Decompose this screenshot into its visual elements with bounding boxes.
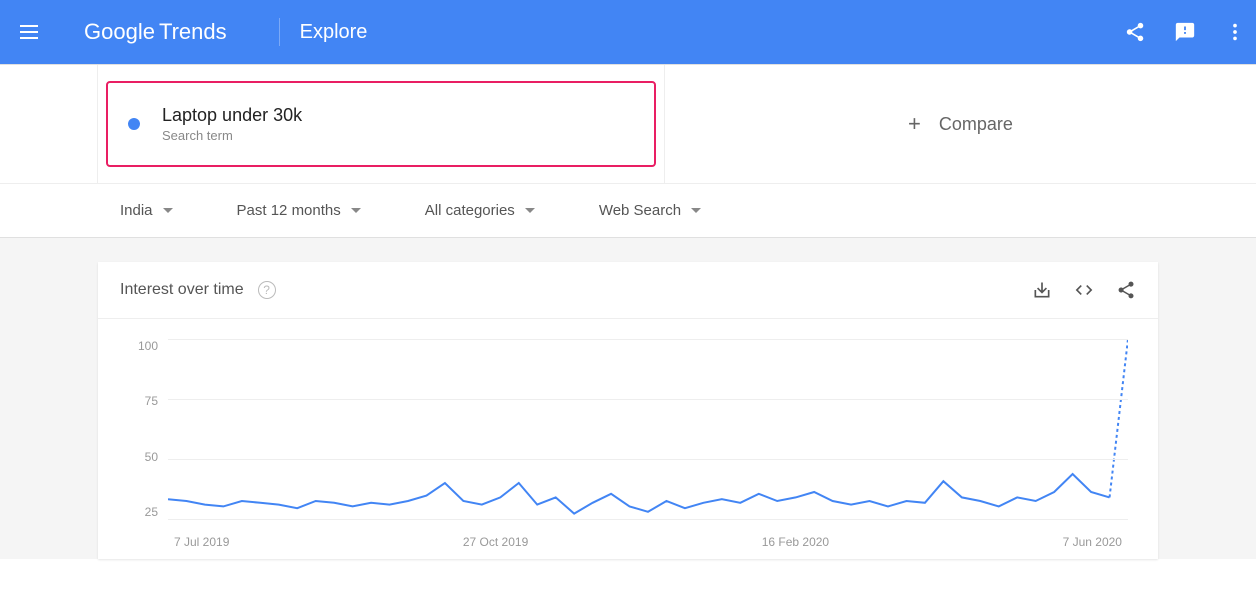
compare-card[interactable]: + Compare bbox=[665, 65, 1256, 183]
filter-time[interactable]: Past 12 months bbox=[237, 202, 361, 219]
share-icon[interactable] bbox=[1116, 280, 1136, 300]
line-chart bbox=[168, 339, 1128, 519]
y-tick: 100 bbox=[118, 339, 158, 353]
filter-search-type[interactable]: Web Search bbox=[599, 202, 701, 219]
chevron-down-icon bbox=[351, 208, 361, 213]
spacer bbox=[0, 65, 98, 183]
chart-plot bbox=[168, 339, 1128, 519]
logo-text-google: Google bbox=[84, 19, 155, 45]
content-area: Laptop under 30k Search term + Compare I… bbox=[0, 64, 1256, 559]
compare-label: Compare bbox=[939, 114, 1013, 135]
chart-title: Interest over time bbox=[120, 281, 244, 299]
search-term-box[interactable]: Laptop under 30k Search term bbox=[106, 81, 656, 167]
y-tick: 50 bbox=[118, 450, 158, 464]
logo[interactable]: Google Trends bbox=[84, 19, 227, 45]
embed-icon[interactable] bbox=[1074, 280, 1094, 300]
chevron-down-icon bbox=[163, 208, 173, 213]
filter-search-type-label: Web Search bbox=[599, 202, 681, 219]
search-term-card: Laptop under 30k Search term bbox=[98, 65, 665, 183]
y-tick: 25 bbox=[118, 505, 158, 519]
divider bbox=[279, 18, 280, 46]
filter-region-label: India bbox=[120, 202, 153, 219]
chevron-down-icon bbox=[691, 208, 701, 213]
feedback-icon[interactable] bbox=[1174, 21, 1196, 43]
chart-actions bbox=[1032, 280, 1136, 300]
more-icon[interactable] bbox=[1224, 21, 1246, 43]
search-term-label: Laptop under 30k bbox=[162, 105, 302, 126]
x-tick: 27 Oct 2019 bbox=[463, 535, 528, 549]
filters-row: India Past 12 months All categories Web … bbox=[0, 184, 1256, 238]
search-term-type: Search term bbox=[162, 128, 302, 143]
download-icon[interactable] bbox=[1032, 280, 1052, 300]
chart-body: 100 75 50 25 7 Jul 2019 27 Oct 2019 16 F… bbox=[98, 318, 1158, 559]
page-title: Explore bbox=[300, 21, 368, 44]
filter-region[interactable]: India bbox=[120, 202, 173, 219]
x-tick: 7 Jul 2019 bbox=[174, 535, 229, 549]
logo-text-trends: Trends bbox=[159, 19, 227, 45]
filter-time-label: Past 12 months bbox=[237, 202, 341, 219]
chart-header: Interest over time ? bbox=[98, 262, 1158, 318]
color-dot-icon bbox=[128, 118, 140, 130]
search-cards-row: Laptop under 30k Search term + Compare bbox=[0, 65, 1256, 184]
plus-icon: + bbox=[908, 111, 921, 137]
x-tick: 7 Jun 2020 bbox=[1063, 535, 1122, 549]
app-header: Google Trends Explore bbox=[0, 0, 1256, 64]
header-actions bbox=[1124, 21, 1246, 43]
filter-category[interactable]: All categories bbox=[425, 202, 535, 219]
x-axis: 7 Jul 2019 27 Oct 2019 16 Feb 2020 7 Jun… bbox=[168, 535, 1128, 549]
chevron-down-icon bbox=[525, 208, 535, 213]
share-icon[interactable] bbox=[1124, 21, 1146, 43]
y-tick: 75 bbox=[118, 394, 158, 408]
x-tick: 16 Feb 2020 bbox=[762, 535, 829, 549]
menu-icon[interactable] bbox=[20, 20, 44, 44]
y-axis: 100 75 50 25 bbox=[118, 339, 158, 519]
filter-category-label: All categories bbox=[425, 202, 515, 219]
help-icon[interactable]: ? bbox=[258, 281, 276, 299]
chart-card: Interest over time ? 100 75 50 25 bbox=[98, 262, 1158, 559]
